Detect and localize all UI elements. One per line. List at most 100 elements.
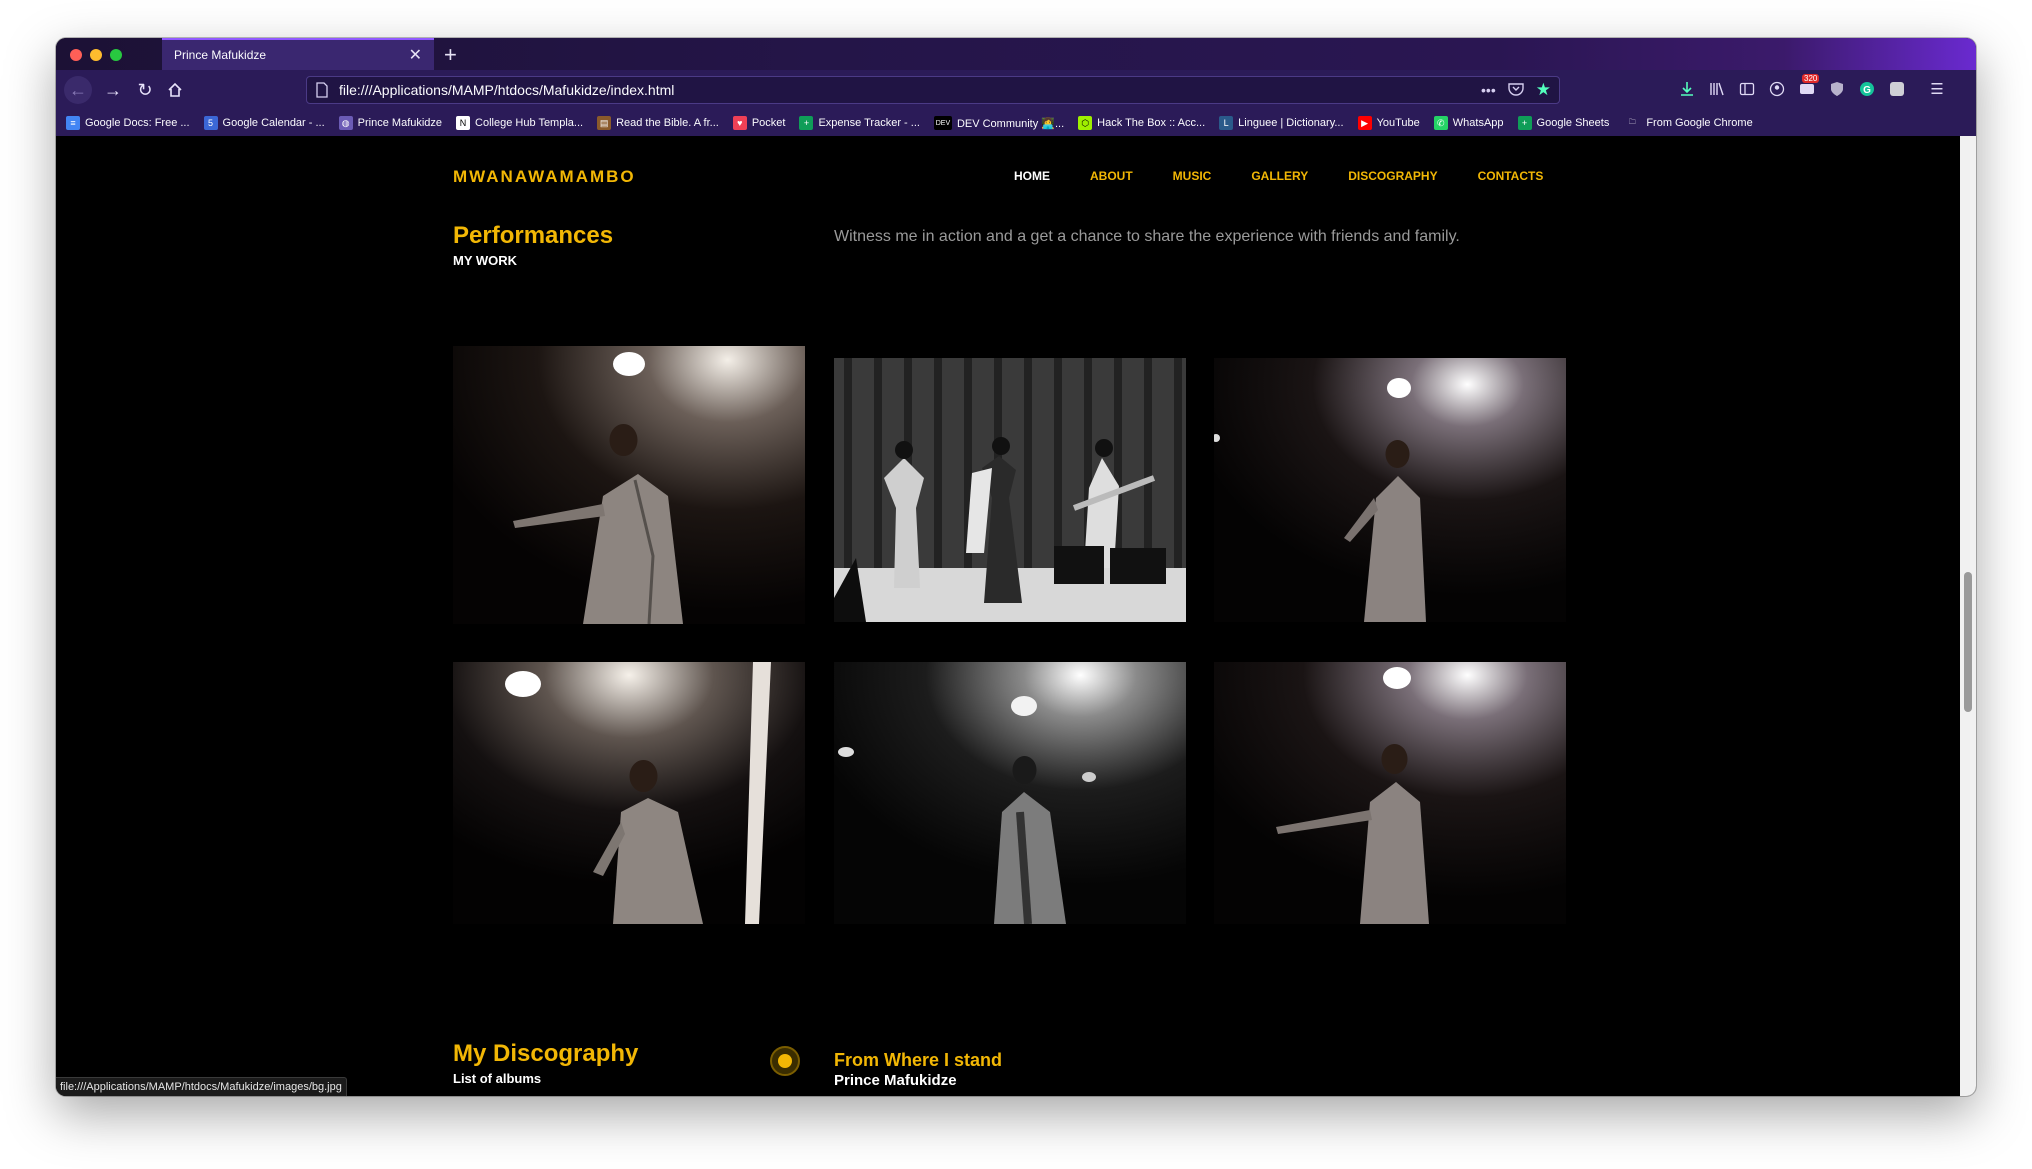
bookmark-label: Read the Bible. A fr... [616, 117, 719, 129]
performance-photo-3[interactable] [1214, 358, 1566, 622]
bookmark-label: Expense Tracker - ... [818, 117, 920, 129]
bookmark-favicon-icon: + [799, 116, 814, 130]
sidebar-icon[interactable] [1736, 78, 1758, 100]
performance-photo-2[interactable] [834, 358, 1186, 622]
url-text: file:///Applications/MAMP/htdocs/Mafukid… [339, 82, 675, 98]
nav-link-about[interactable]: ABOUT [1090, 169, 1133, 183]
extension-badge-icon[interactable]: 320 [1796, 74, 1820, 100]
scrollbar-thumb[interactable] [1964, 572, 1972, 712]
status-bar-url: file:///Applications/MAMP/htdocs/Mafukid… [56, 1077, 347, 1096]
bookmark-favicon-icon: ⬡ [1078, 116, 1093, 130]
page-content: MWANAWAMAMBO HOME ABOUT MUSIC GALLERY DISCOG… [56, 136, 1960, 1096]
bookmark-favicon-icon: ◍ [338, 116, 353, 130]
bookmark-favicon-icon: L [1219, 116, 1234, 130]
back-button[interactable]: ← [64, 76, 92, 104]
nav-link-discography[interactable]: DISCOGRAPHY [1348, 169, 1437, 183]
downloads-icon[interactable] [1676, 78, 1698, 100]
nav-link-contacts[interactable]: CONTACTS [1478, 169, 1544, 183]
bookmark-label: YouTube [1376, 117, 1420, 129]
bookmark-item[interactable]: L Linguee | Dictionary... [1219, 116, 1344, 130]
pocket-icon[interactable] [1508, 82, 1524, 99]
forward-button[interactable]: → [98, 76, 128, 104]
page-scrollbar[interactable] [1960, 136, 1976, 1096]
bookmark-favicon-icon: ▤ [597, 116, 612, 130]
bookmark-favicon-icon: + [1517, 116, 1532, 130]
bookmark-favicon-icon: ♥ [732, 116, 747, 130]
nav-link-gallery[interactable]: GALLERY [1251, 169, 1308, 183]
shield-icon[interactable] [1826, 78, 1848, 100]
bookmark-item[interactable]: ≡ Google Docs: Free ... [66, 116, 190, 130]
home-icon [168, 82, 182, 97]
bookmark-item[interactable]: + Expense Tracker - ... [799, 116, 920, 130]
bookmark-item[interactable]: ✆ WhatsApp [1433, 116, 1504, 130]
bookmark-favicon-icon: ≡ [66, 116, 80, 130]
bookmark-item[interactable]: ◍ Prince Mafukidze [338, 116, 443, 130]
bookmark-favicon-icon: 🗀 [1628, 118, 1636, 126]
svg-text:G: G [1863, 85, 1871, 96]
discography-subtitle: List of albums [453, 1071, 542, 1086]
bookmark-label: Prince Mafukidze [357, 117, 443, 129]
page-icon [316, 82, 328, 98]
menu-icon[interactable]: ☰ [1926, 78, 1948, 100]
site-nav: HOME ABOUT MUSIC GALLERY DISCOGRAPHY CONTACTS [1014, 169, 1583, 183]
timeline-marker-icon [770, 1046, 800, 1076]
navigation-toolbar: ← → ↻ file:///Applications/MAMP/htdocs/M… [56, 70, 1976, 110]
bookmarks-bar: ≡ Google Docs: Free ... 5 Google Calendar -… [56, 110, 1976, 136]
bookmark-item[interactable]: + Google Sheets [1517, 116, 1610, 130]
performance-photo-4[interactable] [453, 662, 805, 924]
bookmark-label: Google Sheets [1536, 117, 1610, 129]
nav-link-music[interactable]: MUSIC [1173, 169, 1212, 183]
tab-active[interactable]: Prince Mafukidze ✕ [162, 38, 434, 70]
bookmark-star-icon[interactable]: ★ [1536, 80, 1551, 100]
performance-photo-6[interactable] [1214, 662, 1566, 924]
window-close-button[interactable] [70, 49, 82, 61]
bookmark-label: Google Calendar - ... [222, 117, 325, 129]
nav-link-home[interactable]: HOME [1014, 169, 1050, 183]
new-tab-icon[interactable]: + [444, 42, 457, 68]
bookmark-item[interactable]: 5 Google Calendar - ... [203, 116, 325, 130]
performances-description: Witness me in action and a get a chance … [834, 228, 1460, 245]
reload-button[interactable]: ↻ [130, 76, 160, 104]
bookmark-item[interactable]: N College Hub Templa... [456, 116, 583, 130]
page-actions-icon[interactable]: ••• [1481, 82, 1496, 98]
bookmark-item[interactable]: ⬡ Hack The Box :: Acc... [1078, 116, 1205, 130]
bookmark-label: Pocket [751, 117, 786, 129]
bookmark-label: Hack The Box :: Acc... [1097, 117, 1206, 129]
window-maximize-button[interactable] [110, 49, 122, 61]
browser-window: Prince Mafukidze ✕ + ← → ↻ file:///Appli… [56, 38, 1976, 1096]
bookmark-item[interactable]: ▶ YouTube [1357, 116, 1420, 130]
bookmark-favicon-icon: DEV [933, 116, 952, 130]
discography-title: My Discography [453, 1040, 639, 1067]
tab-close-icon[interactable]: ✕ [409, 45, 422, 65]
library-icon[interactable] [1706, 78, 1728, 100]
bookmark-label: College Hub Templa... [475, 117, 584, 129]
bookmark-favicon-icon: 5 [203, 116, 218, 130]
performances-title: Performances [453, 222, 614, 249]
grammarly-icon[interactable]: G [1856, 78, 1878, 100]
bookmark-favicon-icon: ✆ [1433, 116, 1448, 130]
extension-icon[interactable] [1886, 78, 1908, 100]
bookmark-favicon-icon: ▶ [1357, 116, 1372, 130]
performance-photo-1[interactable] [453, 346, 805, 624]
bookmark-label: DEV Community 👩‍💻... [956, 117, 1065, 130]
window-minimize-button[interactable] [90, 49, 102, 61]
performances-subtitle: MY WORK [453, 253, 518, 268]
bookmark-item[interactable]: 🗀 From Google Chrome [1623, 116, 1753, 130]
bookmark-label: WhatsApp [1452, 117, 1504, 129]
album-title[interactable]: From Where I stand [834, 1050, 1002, 1071]
bookmark-label: From Google Chrome [1646, 117, 1753, 129]
bookmark-item[interactable]: ♥ Pocket [732, 116, 786, 130]
bookmark-label: Google Docs: Free ... [85, 117, 190, 129]
album-artist: Prince Mafukidze [834, 1072, 957, 1089]
performance-photo-5[interactable] [834, 662, 1186, 924]
bookmark-item[interactable]: ▤ Read the Bible. A fr... [597, 116, 719, 130]
account-icon[interactable] [1766, 78, 1788, 100]
bookmark-favicon-icon: N [456, 116, 471, 130]
bookmark-label: Linguee | Dictionary... [1238, 117, 1344, 129]
bookmark-item[interactable]: DEV DEV Community 👩‍💻... [933, 116, 1065, 130]
home-button[interactable] [160, 76, 190, 104]
extension-badge-count: 320 [1802, 74, 1820, 83]
site-brand[interactable]: MWANAWAMAMBO [453, 167, 636, 187]
url-bar[interactable]: file:///Applications/MAMP/htdocs/Mafukid… [306, 76, 1560, 104]
tab-title: Prince Mafukidze [174, 48, 267, 62]
